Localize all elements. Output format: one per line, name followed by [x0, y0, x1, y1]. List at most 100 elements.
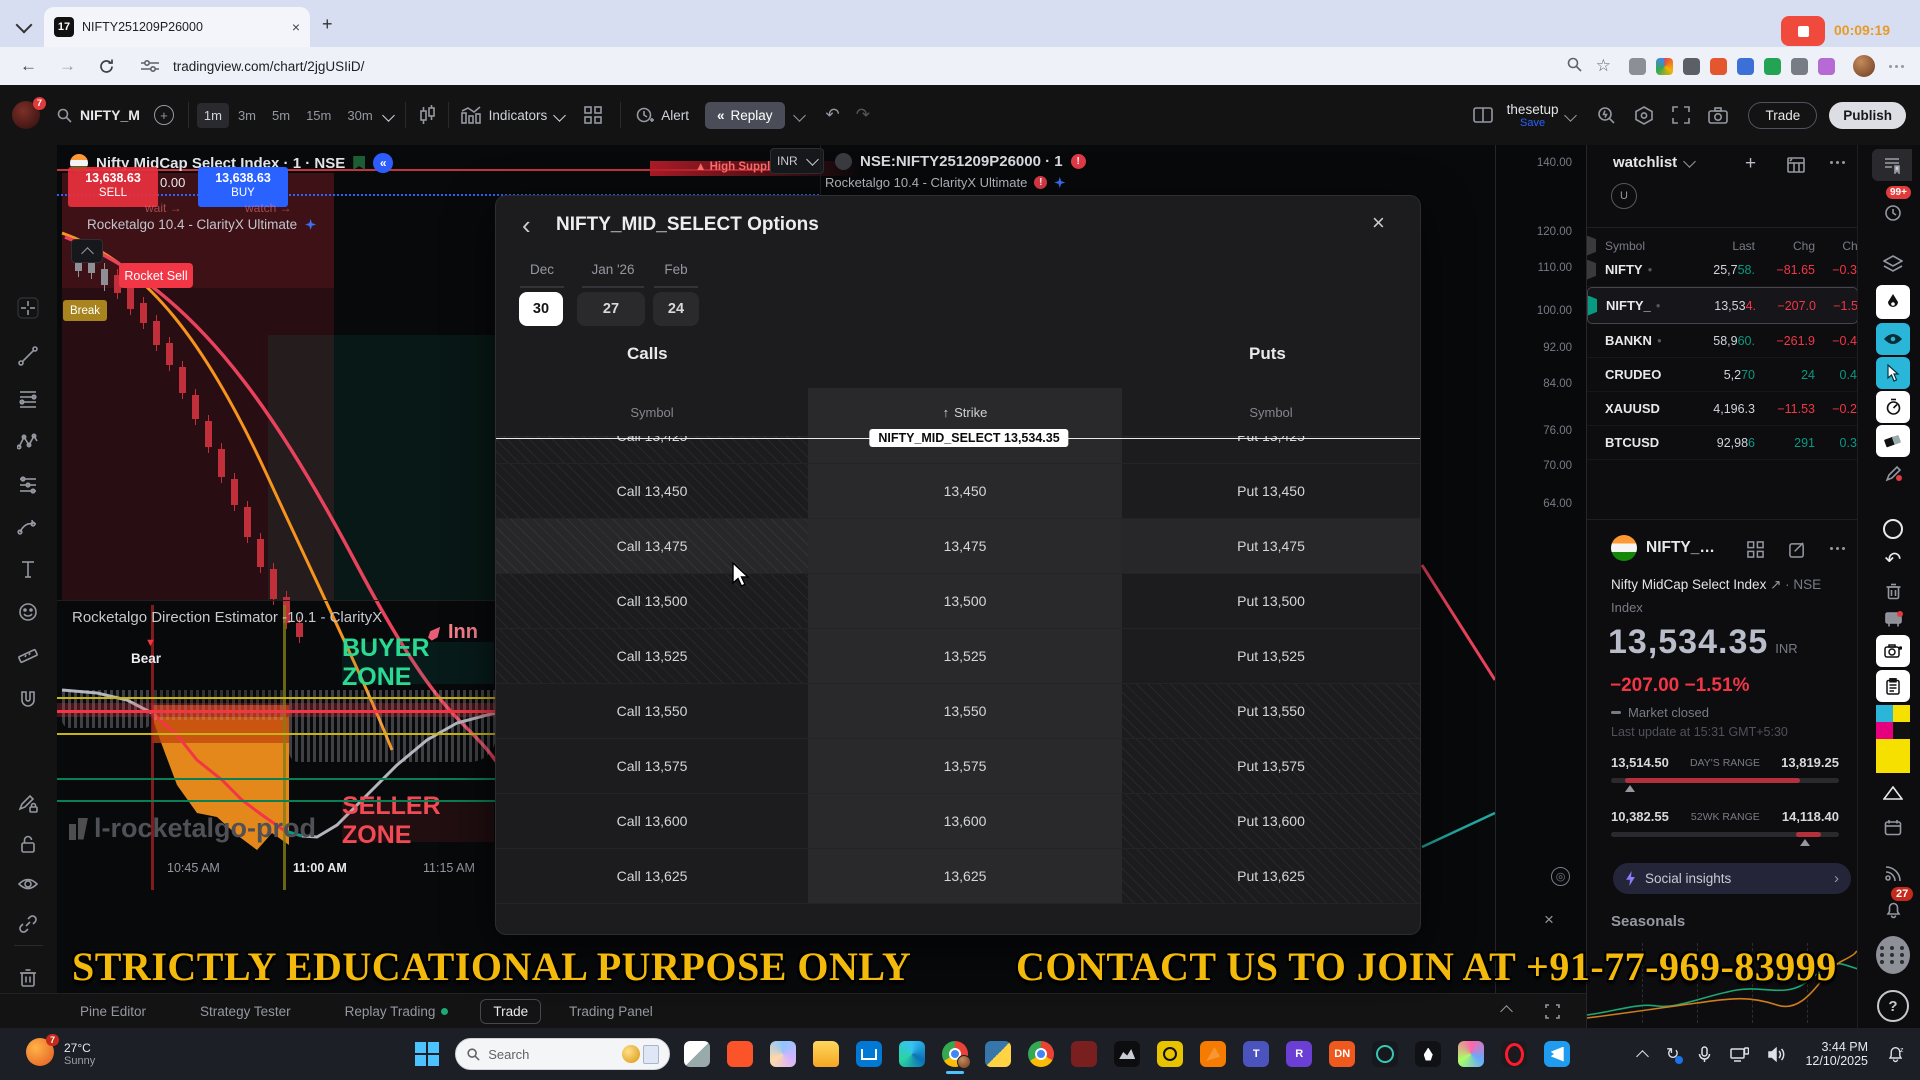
app-audio-app-icon[interactable]	[1157, 1041, 1183, 1067]
replay-chevron-icon[interactable]	[793, 109, 806, 122]
alert-clock-icon[interactable]	[635, 106, 654, 125]
app-pen-app-icon[interactable]	[1415, 1041, 1441, 1067]
app-chrome-icon[interactable]	[942, 1041, 968, 1067]
tab-search-chevron-icon[interactable]	[18, 18, 30, 36]
strike-cell[interactable]: 13,600	[808, 794, 1122, 848]
option-row[interactable]: Call 13,50013,500Put 13,500	[496, 574, 1420, 629]
call-cell[interactable]: Call 13,625	[496, 849, 808, 903]
bookmark-star-icon[interactable]: ☆	[1596, 56, 1611, 76]
help-icon[interactable]: ?	[1876, 990, 1910, 1022]
watchlist-row-nifty_[interactable]: NIFTY_●13,534.−207.0−1.51%	[1587, 287, 1858, 324]
tab-trade[interactable]: Trade	[480, 999, 541, 1024]
watchlist-row-xauusd[interactable]: XAUUSD4,196.3−11.53−0.27%	[1587, 392, 1858, 426]
pattern-tool-icon[interactable]	[17, 431, 41, 455]
screen-recorder-stop-button[interactable]	[1781, 16, 1825, 46]
camera-annotation-icon[interactable]	[1876, 635, 1910, 667]
broadcast-icon[interactable]	[1876, 857, 1910, 889]
strike-cell[interactable]: 13,575	[808, 739, 1122, 793]
draw-lock-icon[interactable]	[17, 793, 41, 817]
tab-close-icon[interactable]: ×	[292, 19, 300, 35]
watchlist-panel-icon[interactable]	[1872, 149, 1912, 181]
extension-icon[interactable]	[1710, 58, 1727, 75]
address-bar[interactable]: tradingview.com/chart/2jgUSIiD/	[173, 59, 364, 74]
watchlist-row-bankn[interactable]: BANKN●58,960.−261.9−0.44%	[1587, 324, 1858, 358]
magnet-tool-icon[interactable]	[17, 687, 41, 711]
seasonals-chart[interactable]	[1587, 943, 1858, 1028]
collapse-panel-icon[interactable]	[1500, 1005, 1513, 1018]
pane2-indicator-legend[interactable]: Rocketalgo 10.4 - ClarityX Ultimate !	[825, 175, 1065, 190]
app-ms-store-icon[interactable]	[856, 1041, 882, 1067]
whiteboard-icon[interactable]	[1876, 603, 1910, 635]
indicator-legend[interactable]: Rocketalgo 10.4 - ClarityX Ultimate	[87, 217, 316, 232]
details-name-row[interactable]: Nifty MidCap Select Index ↗ · NSE	[1611, 577, 1821, 593]
back-icon[interactable]: ←	[20, 56, 37, 76]
call-cell[interactable]: Call 13,550	[496, 684, 808, 738]
panel-layout-icon[interactable]	[1473, 107, 1493, 123]
pen-tool-icon[interactable]	[1876, 285, 1910, 319]
tab-pine-editor[interactable]: Pine Editor	[80, 1004, 146, 1019]
cast-screen-icon[interactable]	[1730, 1047, 1749, 1062]
option-row[interactable]: Call 13,57513,575Put 13,575	[496, 739, 1420, 794]
search-icon[interactable]	[1566, 56, 1582, 77]
pencil-tool-icon[interactable]	[1876, 457, 1910, 489]
indicators-icon[interactable]	[461, 106, 481, 124]
watchlist-add-icon[interactable]: +	[1745, 153, 1756, 175]
option-row[interactable]: Call 13,55013,550Put 13,550	[496, 684, 1420, 739]
browser-menu-icon[interactable]	[1889, 65, 1904, 68]
settings-hexagon-icon[interactable]	[1634, 106, 1654, 125]
app-dn-app-icon[interactable]: DN	[1329, 1041, 1355, 1067]
call-cell[interactable]: Call 13,525	[496, 629, 808, 683]
price-axis-divider[interactable]	[1495, 145, 1496, 993]
app-media-red-icon[interactable]	[1071, 1041, 1097, 1067]
color-palette-icon[interactable]	[1876, 705, 1910, 739]
put-cell[interactable]: Put 13,475	[1122, 519, 1420, 573]
strike-cell[interactable]: 13,450	[808, 464, 1122, 518]
call-cell[interactable]: Call 13,475	[496, 519, 808, 573]
social-insights-button[interactable]: Social insights ›	[1613, 863, 1851, 894]
expiry-day-button[interactable]: 24	[653, 292, 699, 326]
forward-icon[interactable]: →	[59, 56, 76, 76]
option-row[interactable]: Call 13,62513,625Put 13,625	[496, 849, 1420, 904]
put-cell[interactable]: Put 13,525	[1122, 629, 1420, 683]
put-symbol-column-header[interactable]: Symbol	[1122, 388, 1420, 436]
text-tool-icon[interactable]	[17, 558, 41, 582]
chart-style-icon[interactable]	[418, 105, 436, 125]
trade-button[interactable]: Trade	[1748, 102, 1817, 129]
undo-icon[interactable]: ↶	[826, 105, 840, 125]
site-settings-icon[interactable]	[141, 59, 159, 73]
start-button[interactable]	[415, 1042, 439, 1066]
weather-widget[interactable]: 7	[26, 1038, 54, 1071]
details-edit-icon[interactable]	[1789, 541, 1806, 558]
app-ring-app-icon[interactable]	[1372, 1041, 1398, 1067]
publish-button[interactable]: Publish	[1829, 102, 1906, 129]
redo-icon[interactable]: ↷	[856, 105, 870, 125]
cursor-tool-icon[interactable]	[1876, 357, 1910, 389]
app-vscode-icon[interactable]	[1544, 1041, 1570, 1067]
reload-icon[interactable]	[98, 58, 115, 75]
clipboard-icon[interactable]	[1876, 670, 1910, 702]
expiry-day-button[interactable]: 27	[577, 292, 645, 326]
call-cell[interactable]: Call 13,425	[496, 436, 808, 463]
symbol-search-button[interactable]: NIFTY_M	[80, 107, 140, 123]
emoji-tool-icon[interactable]	[17, 601, 41, 625]
ruler-tool-icon[interactable]	[17, 644, 41, 668]
expiry-day-button[interactable]: 30	[519, 292, 563, 326]
timeframe-1m[interactable]: 1m	[197, 103, 229, 128]
watchlist-row-nifty[interactable]: NIFTY●25,758.−81.65−0.32%	[1587, 253, 1858, 287]
replay-rewind-icon[interactable]: «	[373, 153, 393, 173]
extension-icon[interactable]	[1764, 58, 1781, 75]
extension-icon[interactable]	[1683, 58, 1700, 75]
dialog-close-icon[interactable]: ×	[1372, 210, 1385, 236]
forecast-tool-icon[interactable]	[17, 474, 41, 498]
tab-strategy-tester[interactable]: Strategy Tester	[200, 1004, 291, 1019]
remove-drawings-icon[interactable]	[17, 967, 41, 991]
call-symbol-column-header[interactable]: Symbol	[496, 388, 808, 436]
scroll-to-recent-icon[interactable]: ◎	[1551, 867, 1570, 886]
notifications-bell-icon[interactable]: z	[1887, 1045, 1906, 1063]
strike-cell[interactable]: 13,625	[808, 849, 1122, 903]
put-cell[interactable]: Put 13,550	[1122, 684, 1420, 738]
taskbar-search[interactable]: Search	[455, 1038, 670, 1070]
account-menu[interactable]: thesetup Save	[1507, 102, 1559, 129]
speaker-icon[interactable]	[1768, 1047, 1786, 1062]
timeframe-5m[interactable]: 5m	[265, 103, 297, 128]
